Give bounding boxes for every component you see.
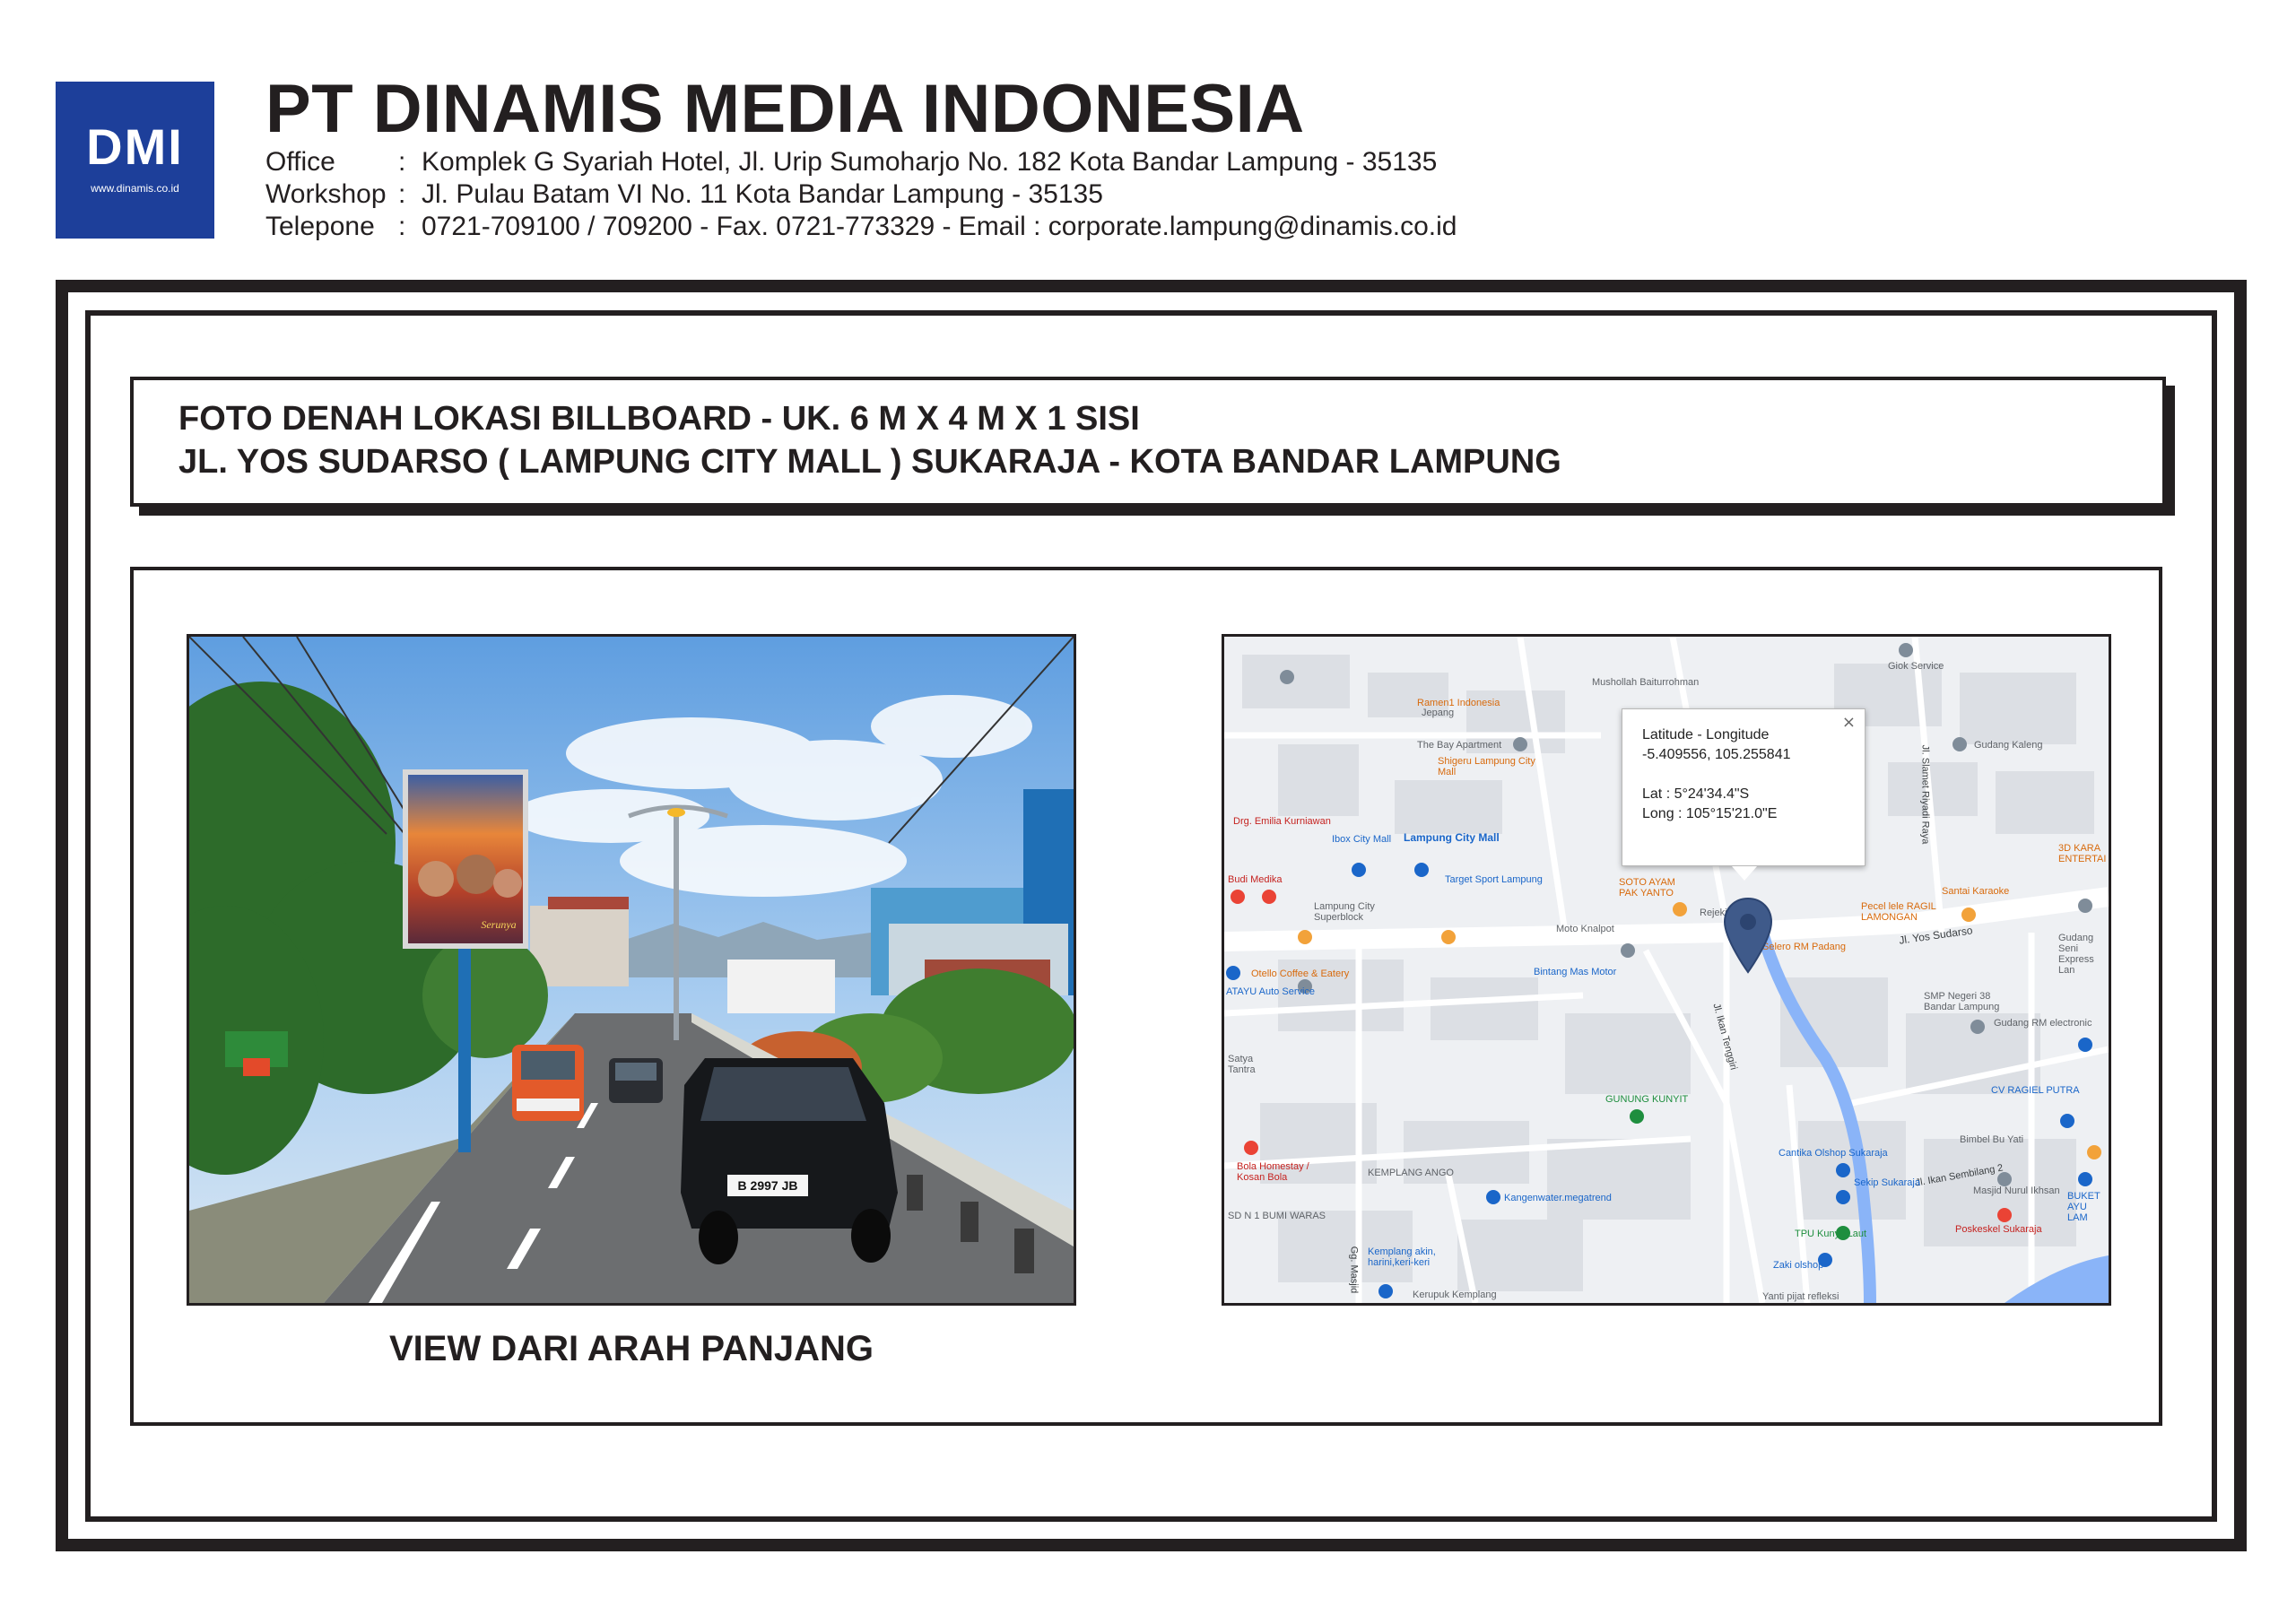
workshop-label: Workshop <box>265 179 387 209</box>
place-label: Pecel lele RAGIL LAMONGAN <box>1861 901 1936 924</box>
road-label-slamet-riyadi: Jl. Slamet Riyadi Raya <box>1919 744 1931 845</box>
place-label: Lampung City Superblock <box>1314 901 1375 924</box>
place-label: Masjid Nurul Ikhsan <box>1973 1185 2060 1196</box>
place-label: KEMPLANG ANGO <box>1368 1168 1454 1178</box>
place-label: Budi Medika <box>1228 874 1283 885</box>
place-label: Target Sport Lampung <box>1445 874 1543 885</box>
license-plate: B 2997 JB <box>738 1178 798 1193</box>
workshop-info: Workshop: Jl. Pulau Batam VI No. 11 Kota … <box>265 179 1103 210</box>
map-info-popup: × Latitude - Longitude -5.409556, 105.25… <box>1622 708 1866 881</box>
building-left <box>530 906 629 986</box>
place-label: SOTO AYAM PAK YANTO <box>1619 877 1675 899</box>
phone-label: Telepone <box>265 212 375 241</box>
company-name: PT DINAMIS MEDIA INDONESIA <box>265 71 1305 147</box>
place-label: Kangenwater.megatrend <box>1504 1193 1612 1203</box>
place-label: Yanti pijat refleksi <box>1762 1291 1839 1302</box>
place-label: Kerupuk Kemplang <box>1413 1290 1497 1300</box>
place-label: The Bay Apartment <box>1417 740 1502 751</box>
popup-tail <box>1732 866 1757 881</box>
place-label: Bimbel Bu Yati <box>1960 1134 2024 1145</box>
place-label: Sekip Sukaraja <box>1854 1177 1920 1188</box>
photo-caption: VIEW DARI ARAH PANJANG <box>388 1329 874 1368</box>
title-line-2: JL. YOS SUDARSO ( LAMPUNG CITY MALL ) SU… <box>178 443 1561 481</box>
office-info: Office: Komplek G Syariah Hotel, Jl. Urip… <box>265 147 1437 178</box>
place-label: TPU Kunyit Laut <box>1795 1229 1867 1239</box>
place-label: Jepang <box>1422 708 1455 718</box>
place-label: SD N 1 BUMI WARAS <box>1228 1211 1326 1221</box>
place-label: Gudang RM electronic <box>1994 1018 2092 1029</box>
logo-url: www.dinamis.co.id <box>91 182 179 195</box>
workshop-separator: : <box>398 179 406 209</box>
place-label: Mushollah Baiturrohman <box>1592 677 1700 688</box>
place-label: Moto Knalpot <box>1556 924 1614 934</box>
workshop-value: Jl. Pulau Batam VI No. 11 Kota Bandar La… <box>422 179 1103 209</box>
phone-separator: : <box>398 212 406 241</box>
location-map: Jl. Yos Sudarso Jl. Ikan Tenggiri Jl. Sl… <box>1222 634 2111 1306</box>
office-separator: : <box>398 147 406 177</box>
place-label: 3D KARA ENTERTAI <box>2058 843 2107 865</box>
place-label: Gudang Seni Express Lan <box>2058 933 2094 977</box>
popup-long: Long : 105°15'21.0"E <box>1642 806 1778 821</box>
dark-car-distant <box>609 1058 663 1103</box>
road-label-gg-masjid: Gg. Masjid <box>1348 1246 1360 1294</box>
company-logo: DMI www.dinamis.co.id <box>56 82 214 239</box>
place-label: Kemplang akin, harini,keri-keri <box>1368 1246 1436 1269</box>
billboard-text: Serunya <box>481 918 516 931</box>
title-line-1: FOTO DENAH LOKASI BILLBOARD - UK. 6 M X … <box>178 400 1140 438</box>
place-label: Bintang Mas Motor <box>1534 967 1617 977</box>
light-pole <box>674 816 679 1040</box>
place-label: Shigeru Lampung City Mall <box>1438 756 1535 778</box>
place-label: Gudang Kaleng <box>1974 740 2043 751</box>
office-value: Komplek G Syariah Hotel, Jl. Urip Sumoha… <box>422 147 1438 177</box>
place-label: Ibox City Mall <box>1332 834 1392 845</box>
place-label: Lampung City Mall <box>1404 831 1500 844</box>
red-minibus <box>512 1045 584 1121</box>
place-label: Otello Coffee & Eatery <box>1251 968 1350 979</box>
billboard-pole <box>458 946 471 1152</box>
place-label: Satya Tantra <box>1228 1054 1256 1076</box>
location-pin-icon[interactable] <box>1723 897 1773 974</box>
place-label: Santai Karaoke <box>1942 886 2010 897</box>
place-label: Poskeskel Sukaraja <box>1955 1224 2042 1235</box>
place-label: SMP Negeri 38 Bandar Lampung <box>1924 991 2000 1013</box>
place-label: GUNUNG KUNYIT <box>1605 1094 1689 1105</box>
place-label: Drg. Emilia Kurniawan <box>1233 816 1331 827</box>
phone-value: 0721-709100 / 709200 - Fax. 0721-773329 … <box>422 212 1457 241</box>
place-label: ATAYU Auto Service <box>1226 986 1316 997</box>
place-label: Bola Homestay / Kosan Bola <box>1237 1161 1309 1184</box>
popup-lat: Lat : 5°24'34.4"S <box>1642 786 1750 802</box>
logo-text: DMI <box>86 118 184 175</box>
popup-latlong-label: Latitude - Longitude <box>1642 727 1770 743</box>
billboard-photo: Serunya B 2997 JB <box>187 634 1076 1306</box>
place-label: Zaki olshop <box>1773 1260 1824 1271</box>
title-box: FOTO DENAH LOKASI BILLBOARD - UK. 6 M X … <box>130 377 2166 507</box>
place-label: Selero RM Padang <box>1762 942 1846 952</box>
place-label: BUKET AYU LAM <box>2067 1191 2100 1224</box>
office-label: Office <box>265 147 335 177</box>
place-label: Giok Service <box>1888 661 1944 672</box>
place-label: CV RAGIEL PUTRA <box>1991 1085 2080 1096</box>
close-icon[interactable]: × <box>1842 713 1856 732</box>
phone-info: Telepone:0721-709100 / 709200 - Fax. 072… <box>265 212 1457 242</box>
place-label: Cantika Olshop Sukaraja <box>1779 1148 1888 1159</box>
popup-latlong-value: -5.409556, 105.255841 <box>1642 747 1791 762</box>
